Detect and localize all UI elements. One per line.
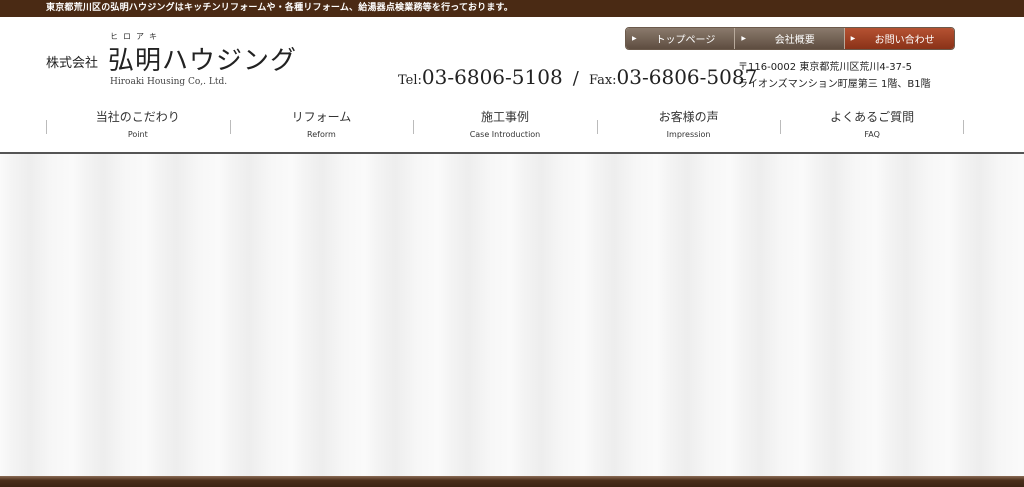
top-tagline-bar: 東京都荒川区の弘明ハウジングはキッチンリフォームや・各種リフォーム、給湯器点検業… <box>0 0 1024 17</box>
logo-company-prefix: 株式会社 <box>46 56 99 71</box>
global-nav: 当社のこだわり Point リフォーム Reform 施工事例 Case Int… <box>46 105 964 145</box>
address-line-2: ライオンズマンション町屋第三 1階、B1階 <box>738 79 931 90</box>
footer-bar <box>0 476 1024 487</box>
tel-label: Tel: <box>398 73 422 88</box>
hero-image-area <box>0 154 1024 476</box>
logo-company-name: 弘明ハウジング <box>108 46 298 76</box>
util-link-top-page[interactable]: ▶ トップページ <box>626 28 736 49</box>
nav-item-point[interactable]: 当社のこだわり Point <box>46 105 230 145</box>
site-logo[interactable]: 株式会社 ヒロアキ 弘明ハウジング Hiroaki Housing Co,. L… <box>46 31 306 91</box>
address-line-1: 〒116-0002 東京都荒川区荒川4-37-5 <box>738 62 912 73</box>
fax-label: Fax: <box>588 73 617 88</box>
contact-separator: / <box>572 68 579 89</box>
logo-english-name: Hiroaki Housing Co,. Ltd. <box>110 77 228 87</box>
nav-item-faq[interactable]: よくあるご質問 FAQ <box>780 105 964 145</box>
contact-phone-fax: Tel:03-6806-5108 / Fax:03-6806-5087 <box>398 65 757 89</box>
nav-item-case-introduction[interactable]: 施工事例 Case Introduction <box>413 105 597 145</box>
util-link-company-profile[interactable]: ▶ 会社概要 <box>735 28 845 49</box>
nav-item-reform[interactable]: リフォーム Reform <box>229 105 414 145</box>
nav-item-impression[interactable]: お客様の声 Impression <box>596 105 781 145</box>
tel-number[interactable]: 03-6806-5108 <box>422 65 563 89</box>
utility-nav: ▶ トップページ ▶ 会社概要 ▶ お問い合わせ <box>625 27 955 50</box>
tagline-text: 東京都荒川区の弘明ハウジングはキッチンリフォームや・各種リフォーム、給湯器点検業… <box>46 3 514 13</box>
util-link-contact[interactable]: ▶ お問い合わせ <box>844 28 954 49</box>
company-address: 〒116-0002 東京都荒川区荒川4-37-5 ライオンズマンション町屋第三 … <box>738 59 931 93</box>
site-header: 株式会社 ヒロアキ 弘明ハウジング Hiroaki Housing Co,. L… <box>0 17 1024 105</box>
fax-number: 03-6806-5087 <box>616 65 758 89</box>
